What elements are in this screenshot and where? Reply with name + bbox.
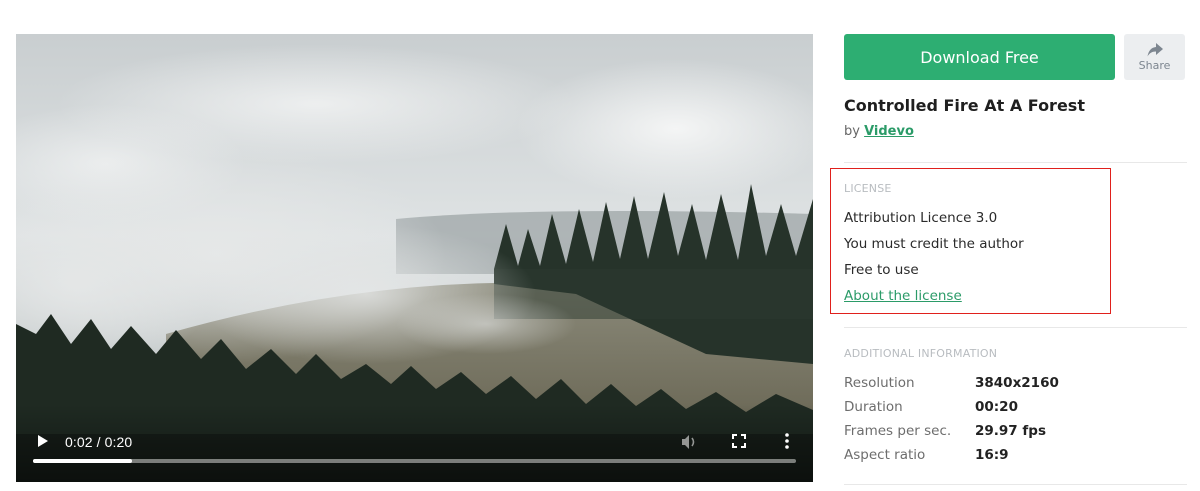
volume-icon[interactable] <box>680 433 698 451</box>
additional-info-heading: ADDITIONAL INFORMATION <box>844 347 998 360</box>
download-free-button[interactable]: Download Free <box>844 34 1115 80</box>
video-player[interactable]: 0:02 / 0:20 <box>16 34 813 482</box>
video-controls: 0:02 / 0:20 <box>16 404 813 482</box>
fullscreen-icon[interactable] <box>731 433 747 449</box>
video-time: 0:02 / 0:20 <box>65 434 133 450</box>
divider <box>844 484 1187 485</box>
clip-title: Controlled Fire At A Forest <box>844 96 1085 115</box>
info-value: 29.97 fps <box>975 423 1046 439</box>
license-credit-note: You must credit the author <box>844 236 1024 252</box>
info-key: Frames per sec. <box>844 423 952 439</box>
byline-prefix: by <box>844 124 865 139</box>
info-value: 00:20 <box>975 399 1018 415</box>
video-progress-bar[interactable] <box>33 459 796 463</box>
info-key: Resolution <box>844 375 915 391</box>
divider <box>844 327 1187 328</box>
info-value: 3840x2160 <box>975 375 1059 391</box>
share-arrow-icon <box>1147 42 1163 56</box>
divider <box>844 162 1187 163</box>
share-label: Share <box>1138 58 1171 72</box>
info-key: Duration <box>844 399 903 415</box>
license-heading: LICENSE <box>844 182 892 195</box>
info-value: 16:9 <box>975 447 1009 463</box>
video-progress-fill <box>33 459 133 463</box>
share-button[interactable]: Share <box>1124 34 1185 80</box>
more-vertical-icon[interactable] <box>782 432 792 450</box>
play-icon[interactable] <box>36 434 50 448</box>
info-key: Aspect ratio <box>844 447 926 463</box>
about-license-link[interactable]: About the license <box>844 288 962 304</box>
byline: by Videvo <box>844 124 914 139</box>
license-type: Attribution Licence 3.0 <box>844 210 998 226</box>
author-link[interactable]: Videvo <box>864 124 914 139</box>
license-usage-note: Free to use <box>844 262 919 278</box>
